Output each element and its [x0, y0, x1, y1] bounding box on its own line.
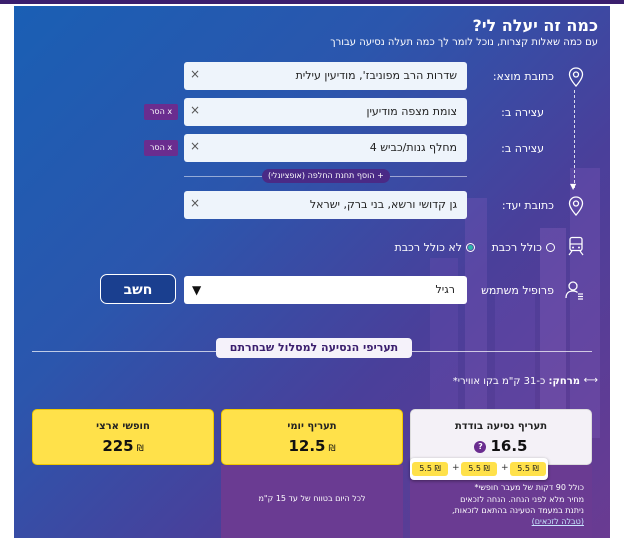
help-icon[interactable]: ?: [474, 440, 487, 453]
daily-fare-price: 12.5 ₪: [222, 437, 402, 455]
breakdown-plus-1: +: [452, 463, 460, 473]
clear-origin-icon[interactable]: ×: [190, 67, 200, 81]
single-ride-note-3: ניתנת במעמד הטעינה בהתאם לזכאות,: [451, 506, 584, 515]
include-train-radio[interactable]: [546, 243, 555, 252]
origin-input[interactable]: שדרות הרב מפוניבז', מודיעין עילית ×: [184, 62, 467, 90]
fare-calculator-panel: כמה זה יעלה לי? עם כמה שאלות קצרות, נוכל…: [14, 6, 610, 538]
breakdown-pill-3: 5.5 ₪: [510, 462, 546, 476]
destination-value: גן קדושי ורשא, בני ברק, ישראל: [309, 198, 457, 211]
national-pass-currency: ₪: [136, 444, 144, 454]
route-arrow-icon: ▼: [570, 182, 577, 191]
user-profile-icon: [565, 281, 583, 300]
daily-fare-note: לכל היום בטווח של עד 15 ק"מ: [258, 494, 366, 503]
single-ride-note-1: כולל 90 דקות של מעבר חופשי*: [474, 483, 584, 492]
breakdown-plus-2: +: [501, 463, 509, 473]
page-subtitle: עם כמה שאלות קצרות, נוכל לומר לך כמה תעל…: [330, 37, 598, 48]
fare-breakdown: 5.5 ₪ + 5.5 ₪ + 5.5 ₪: [410, 458, 548, 480]
page-title: כמה זה יעלה לי?: [472, 16, 598, 35]
daily-fare-title: תעריף יומי: [287, 421, 337, 432]
distance-arrow-icon: ⟷: [583, 375, 598, 386]
top-bar: [0, 0, 624, 4]
train-icon: [568, 236, 584, 256]
clear-stop-1-icon[interactable]: ×: [190, 103, 200, 117]
route-distance-prefix: מרחק:: [548, 376, 581, 387]
exclude-train-radio[interactable]: [466, 243, 475, 252]
daily-fare-currency: ₪: [328, 444, 336, 454]
daily-fare-details: לכל היום בטווח של עד 15 ק"מ: [221, 465, 403, 538]
route-distance: מרחק: כ-31 ק"מ בקו אווירי*: [453, 376, 580, 387]
single-ride-card: תעריף נסיעה בודדת 16.5?: [410, 409, 592, 465]
include-train-label: כולל רכבת: [491, 241, 542, 254]
destination-input[interactable]: גן קדושי ורשא, בני ברק, ישראל ×: [184, 191, 467, 219]
single-ride-note-2: מחיר מלא לפני הנחה. הנחה לזכאים: [460, 495, 584, 504]
daily-fare-card: תעריף יומי 12.5 ₪: [221, 409, 403, 465]
daily-fare-value: 12.5: [288, 437, 326, 455]
stop-2-input[interactable]: מחלף גנות/כביש 4 ×: [184, 134, 467, 162]
destination-label: כתובת יעד:: [501, 199, 554, 212]
eligibility-table-link[interactable]: (טבלה לזכאים): [532, 517, 584, 526]
exclude-train-label: לא כולל רכבת: [394, 241, 462, 254]
origin-value: שדרות הרב מפוניבז', מודיעין עילית: [295, 69, 457, 82]
origin-label: כתובת מוצא:: [492, 70, 554, 83]
remove-stop-1-button[interactable]: x הסר: [144, 104, 178, 120]
single-ride-value: 16.5: [490, 437, 528, 455]
national-pass-price: 225 ₪: [33, 437, 213, 455]
dropdown-triangle-icon: ▼: [192, 283, 202, 297]
single-ride-title: תעריף נסיעה בודדת: [454, 421, 548, 432]
remove-stop-2-button[interactable]: x הסר: [144, 140, 178, 156]
national-pass-card: חופשי ארצי 225 ₪: [32, 409, 214, 465]
clear-stop-2-icon[interactable]: ×: [190, 139, 200, 153]
profile-label: פרופיל משתמש: [481, 284, 554, 297]
stop-1-input[interactable]: צומת מצפה מודיעין ×: [184, 98, 467, 126]
destination-pin-icon: [568, 196, 584, 216]
profile-select[interactable]: רגיל ▼: [184, 276, 467, 304]
national-pass-value: 225: [102, 437, 134, 455]
origin-pin-icon: [568, 67, 584, 87]
breakdown-pill-1: 5.5 ₪: [412, 462, 448, 476]
single-ride-note-link-row: (טבלה לזכאים): [418, 517, 584, 526]
add-stop-button[interactable]: + הוסף תחנת החלפה (אופציונלי): [262, 169, 390, 183]
clear-destination-icon[interactable]: ×: [190, 196, 200, 210]
profile-value: רגיל: [435, 283, 455, 296]
stop-2-label: עצירה ב:: [501, 142, 544, 155]
results-section-title: תעריפי הנסיעה למסלול שבחרתם: [216, 338, 412, 358]
stop-2-value: מחלף גנות/כביש 4: [369, 141, 457, 154]
route-dashed-line: [574, 90, 575, 188]
calculate-button[interactable]: חשב: [100, 274, 176, 304]
national-pass-title: חופשי ארצי: [96, 421, 150, 432]
stop-1-label: עצירה ב:: [501, 106, 544, 119]
breakdown-pill-2: 5.5 ₪: [461, 462, 497, 476]
stop-1-value: צומת מצפה מודיעין: [366, 105, 457, 118]
single-ride-price: 16.5?: [411, 437, 591, 455]
route-distance-text: כ-31 ק"מ בקו אווירי*: [452, 376, 546, 387]
